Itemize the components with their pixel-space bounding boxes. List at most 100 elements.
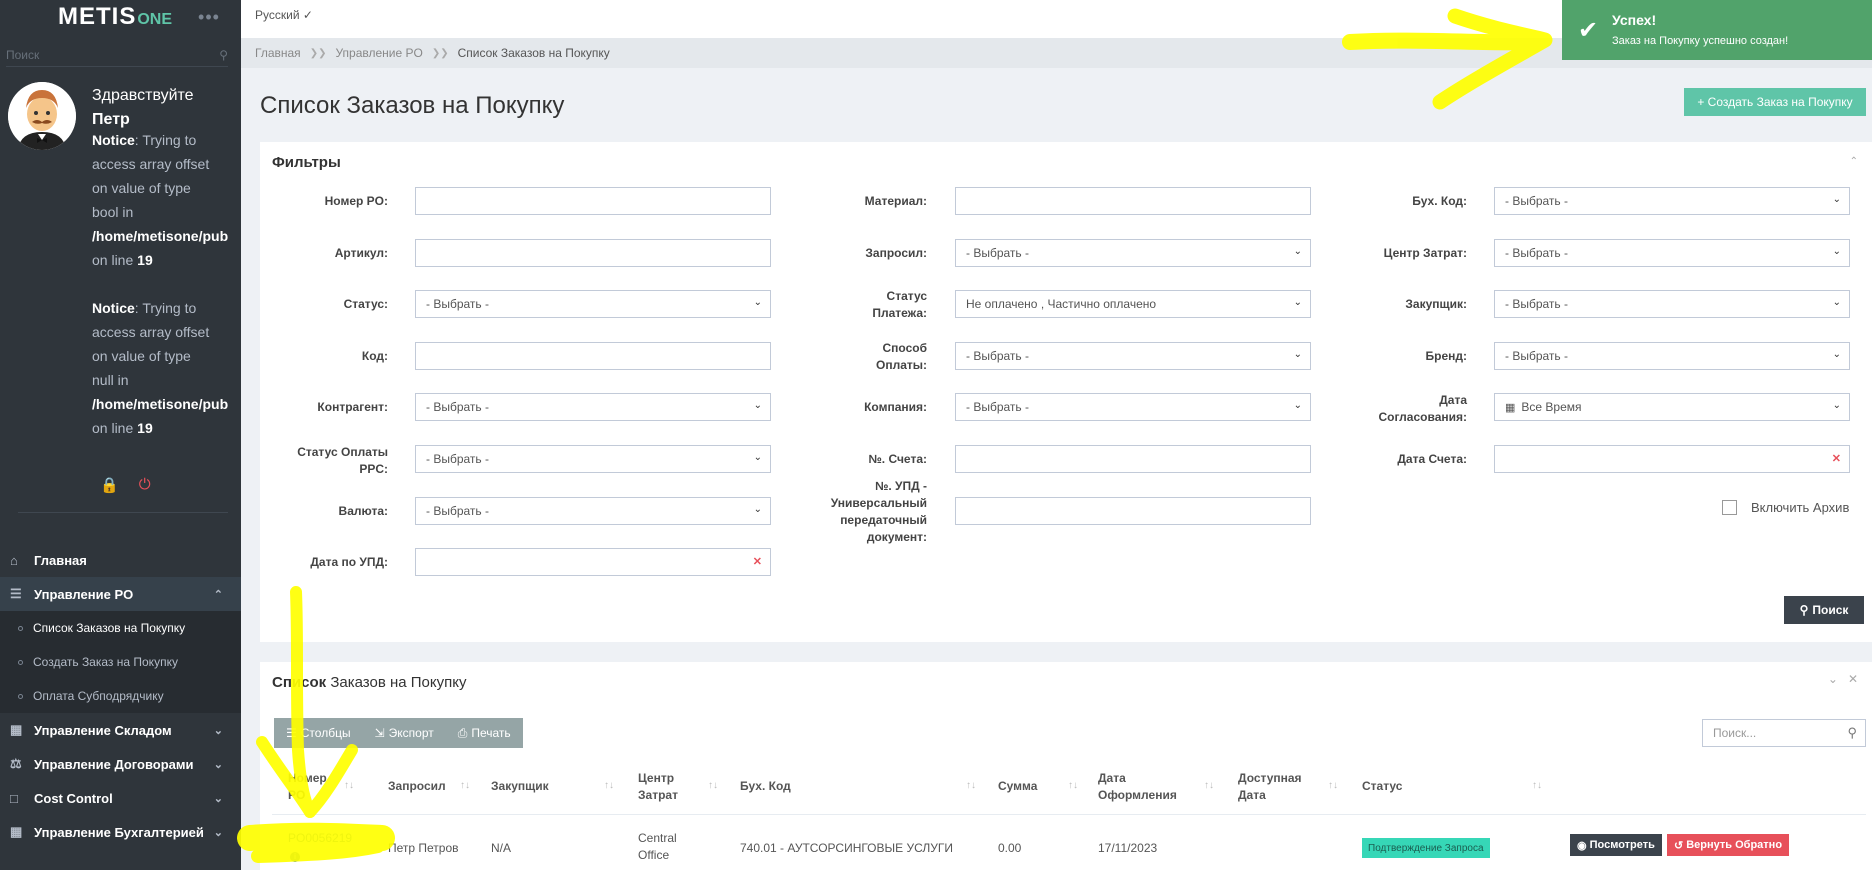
- sidebar-item-label: Управление PO: [34, 586, 134, 602]
- export-button[interactable]: ⇲ Экспорт: [363, 718, 446, 748]
- column-header-status[interactable]: Статус: [1362, 778, 1402, 795]
- create-po-button[interactable]: + Создать Заказ на Покупку: [1684, 88, 1866, 116]
- chart-icon: □: [10, 790, 18, 806]
- cost-center-select[interactable]: - Выбрать - ⌄: [1494, 239, 1850, 267]
- chevron-down-icon[interactable]: ⌄: [1828, 672, 1838, 686]
- sidebar-item-accounting[interactable]: ▦ Управление Бухгалтерией ⌄: [0, 815, 241, 849]
- filter-label-line: Способ: [882, 341, 927, 355]
- date-cell: 17/11/2023: [1098, 841, 1158, 855]
- columns-icon: ☰: [286, 726, 297, 740]
- article-input[interactable]: [415, 239, 771, 267]
- invoice-number-input[interactable]: [955, 445, 1311, 473]
- sidebar-item-cost-control[interactable]: □ Cost Control ⌄: [0, 781, 241, 815]
- payment-method-select[interactable]: - Выбрать - ⌄: [955, 342, 1311, 370]
- column-header-po[interactable]: Номер PO: [288, 770, 327, 804]
- check-icon: ✓: [302, 8, 313, 22]
- po-number-input[interactable]: [415, 187, 771, 215]
- column-header-date[interactable]: Дата Оформления: [1098, 770, 1177, 804]
- clear-icon[interactable]: ✕: [1832, 452, 1841, 465]
- chevron-right-icon: ❯❯: [309, 47, 327, 59]
- filter-label: Бух. Код:: [1412, 194, 1467, 208]
- requested-cell: Петр Петров: [388, 841, 459, 855]
- chevron-up-icon[interactable]: ⌃: [1850, 156, 1858, 167]
- select-value: - Выбрать -: [426, 297, 489, 311]
- column-header-accounting-code[interactable]: Бух. Код: [740, 778, 791, 795]
- search-icon[interactable]: ⚲: [219, 48, 228, 62]
- sidebar-subitem-create-po[interactable]: Создать Заказ на Покупку: [0, 645, 241, 679]
- brand-select[interactable]: - Выбрать - ⌄: [1494, 342, 1850, 370]
- upd-number-input[interactable]: [955, 497, 1311, 525]
- sort-icon[interactable]: ↑↓: [1204, 780, 1214, 791]
- accounting-code-select[interactable]: - Выбрать - ⌄: [1494, 187, 1850, 215]
- filter-label-line: Оплаты:: [876, 358, 927, 372]
- filter-label: Контрагент:: [317, 400, 388, 414]
- print-icon: ⎙: [457, 725, 468, 740]
- sort-icon[interactable]: ↑↓: [966, 780, 976, 791]
- sidebar-item-home[interactable]: ⌂ Главная: [0, 543, 241, 577]
- breadcrumb-item[interactable]: Управление PO: [335, 46, 422, 60]
- sidebar-item-warehouse[interactable]: ▦ Управление Складом ⌄: [0, 713, 241, 747]
- chevron-down-icon: ⌄: [753, 452, 762, 463]
- counterparty-select[interactable]: - Выбрать - ⌄: [415, 393, 771, 421]
- notice-text: access array offset: [92, 324, 210, 340]
- logo-accent: ONE: [137, 11, 173, 28]
- chevron-down-icon: ⌄: [1832, 194, 1841, 205]
- column-header-available-date[interactable]: Доступная Дата: [1238, 770, 1302, 804]
- sidebar-submenu: Список Заказов на Покупку Создать Заказ …: [0, 611, 241, 713]
- sidebar-subitem-subcontractor-payment[interactable]: Оплата Субподрядчику: [0, 679, 241, 713]
- material-input[interactable]: [955, 187, 1311, 215]
- clear-icon[interactable]: ✕: [753, 555, 762, 568]
- columns-button[interactable]: ☰ Столбцы: [274, 718, 363, 748]
- sidebar-search-placeholder: Поиск: [6, 47, 40, 62]
- return-button[interactable]: ↺ Вернуть Обратно: [1667, 834, 1790, 856]
- sidebar-search-input[interactable]: Поиск ⚲: [6, 43, 228, 67]
- search-button[interactable]: ⚲ Поиск: [1784, 596, 1864, 624]
- column-header-requested[interactable]: Запросил: [388, 778, 446, 795]
- payment-status-select[interactable]: Не оплачено , Частично оплачено ⌄: [955, 290, 1311, 318]
- header-line: Дата: [1238, 788, 1266, 802]
- view-button[interactable]: ◉ Посмотреть: [1570, 834, 1662, 856]
- info-icon[interactable]: i: [290, 852, 300, 862]
- filter-label: Артикул:: [334, 246, 388, 260]
- sidebar: METIS ONE ••• Поиск ⚲ Здравствуйте Петр: [0, 0, 241, 870]
- pps-status-select[interactable]: - Выбрать - ⌄: [415, 445, 771, 473]
- approval-date-picker[interactable]: ▦ Все Время ⌄: [1494, 393, 1850, 421]
- requested-select[interactable]: - Выбрать - ⌄: [955, 239, 1311, 267]
- print-button[interactable]: ⎙ Печать: [446, 718, 523, 748]
- sort-icon[interactable]: ↑↓: [1532, 780, 1542, 791]
- sort-icon[interactable]: ↑↓: [460, 780, 470, 791]
- close-icon[interactable]: ✕: [1848, 672, 1858, 686]
- warehouse-icon: ▦: [10, 722, 23, 737]
- sort-icon[interactable]: ↑↓: [344, 780, 354, 791]
- logo[interactable]: METIS ONE •••: [0, 0, 241, 34]
- sort-icon[interactable]: ↑↓: [1068, 780, 1078, 791]
- invoice-date-input[interactable]: ✕: [1494, 445, 1850, 473]
- code-input[interactable]: [415, 342, 771, 370]
- sidebar-item-contracts[interactable]: ⚖ Управление Договорами ⌄: [0, 747, 241, 781]
- menu-dots-icon[interactable]: •••: [198, 7, 220, 28]
- lock-icon[interactable]: 🔒: [100, 476, 119, 494]
- cell-line: Central: [638, 831, 677, 845]
- column-header-sum[interactable]: Сумма: [998, 778, 1037, 795]
- column-header-buyer[interactable]: Закупщик: [491, 778, 549, 795]
- breadcrumb-item[interactable]: Главная: [255, 46, 301, 60]
- include-archive-checkbox[interactable]: Включить Архив: [1722, 500, 1849, 515]
- po-cell: PO0056219 i: [288, 830, 352, 864]
- success-toast[interactable]: ✔ Успех! Заказ на Покупку успешно создан…: [1562, 0, 1872, 60]
- company-select[interactable]: - Выбрать - ⌄: [955, 393, 1311, 421]
- currency-select[interactable]: - Выбрать - ⌄: [415, 497, 771, 525]
- power-icon[interactable]: ⏻: [139, 476, 151, 494]
- status-select[interactable]: - Выбрать - ⌄: [415, 290, 771, 318]
- language-selector[interactable]: Русский ✓: [255, 8, 313, 22]
- column-header-cost-center[interactable]: Центр Затрат: [638, 770, 678, 804]
- sort-icon[interactable]: ↑↓: [1328, 780, 1338, 791]
- upd-date-input[interactable]: ✕: [415, 548, 771, 576]
- sort-icon[interactable]: ↑↓: [708, 780, 718, 791]
- sidebar-subitem-po-list[interactable]: Список Заказов на Покупку: [0, 611, 241, 645]
- buyer-select[interactable]: - Выбрать - ⌄: [1494, 290, 1850, 318]
- view-label: Посмотреть: [1589, 839, 1655, 851]
- po-link[interactable]: PO0056219: [288, 831, 352, 845]
- sort-icon[interactable]: ↑↓: [604, 780, 614, 791]
- sidebar-item-po[interactable]: ☰ Управление PO ⌃: [0, 577, 241, 611]
- table-search-input[interactable]: Поиск... ⚲: [1702, 719, 1866, 747]
